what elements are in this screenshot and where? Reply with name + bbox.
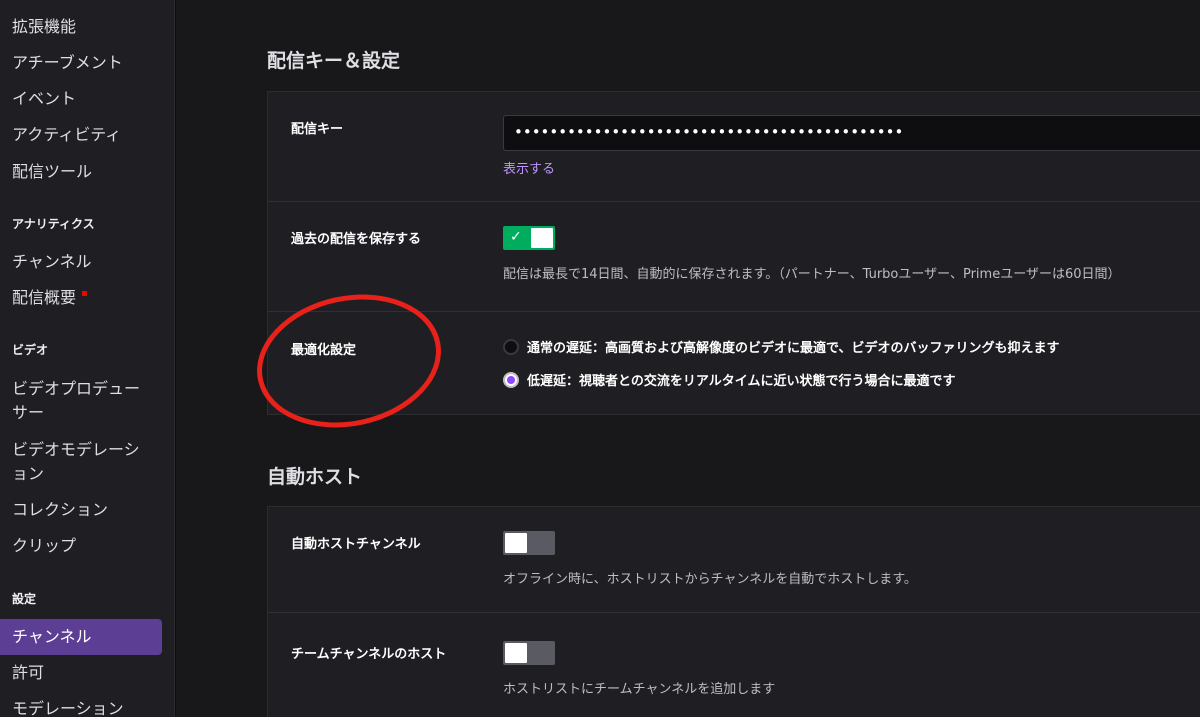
sidebar-item-moderation[interactable]: モデレーション [0,697,170,717]
auto-host-hint: オフライン時に、ホストリストからチャンネルを自動でホストします。 [503,572,917,587]
sidebar-item-stream-summary[interactable]: 配信概要 [0,286,170,310]
optimization-label: 最適化設定 [291,343,357,358]
auto-host-row: 自動ホストチャンネル オフライン時に、ホストリストからチャンネルを自動でホストし… [268,507,1200,613]
sidebar-item-label: ビデオモデレーシ [12,440,140,459]
toggle-knob [505,533,527,553]
sidebar-item-extensions[interactable]: 拡張機能 [0,15,170,39]
radio-normal-latency[interactable] [503,338,519,355]
toggle-knob [531,228,553,248]
sidebar-heading-settings: 設定 [12,592,37,606]
sidebar-item-permissions[interactable]: 許可 [0,661,170,685]
toggle-knob [505,643,527,663]
sidebar: 拡張機能 アチーブメント イベント アクティビティ 配信ツール アナリティクス … [0,0,175,717]
sidebar-item-label: 配信概要 [12,288,77,307]
stream-key-label: 配信キー [291,122,344,137]
auto-host-label: 自動ホストチャンネル [291,537,421,552]
section-title-auto-host: 自動ホスト [267,466,363,488]
sidebar-heading-analytics: アナリティクス [12,217,95,231]
main-content: 配信キー＆設定 配信キー •••••••••••••••••••••••••••… [176,0,1200,717]
sidebar-heading-video: ビデオ [12,343,49,357]
auto-host-card: 自動ホストチャンネル オフライン時に、ホストリストからチャンネルを自動でホストし… [267,506,1200,717]
sidebar-item-clips[interactable]: クリップ [0,534,170,558]
sidebar-item-label: ョン [12,464,45,483]
sidebar-item-label: サー [12,403,45,422]
latency-option-low-label: 低遅延：視聴者との交流をリアルタイムに近い状態で行う場合に最適です [527,374,956,389]
notification-dot [82,291,88,296]
show-stream-key-link[interactable]: 表示する [503,158,555,177]
latency-option-normal-label: 通常の遅延：高画質および高解像度のビデオに最適で、ビデオのバッファリングも抑えま… [527,341,1060,356]
sidebar-item-stream-tools[interactable]: 配信ツール [0,160,170,184]
team-host-toggle[interactable] [503,641,555,665]
sidebar-item-settings-channel[interactable]: チャンネル [0,619,162,655]
store-past-broadcasts-toggle[interactable]: ✓ [503,226,555,250]
radio-low-latency[interactable] [503,371,519,388]
sidebar-item-analytics-channel[interactable]: チャンネル [0,250,170,274]
optimization-row: 最適化設定 通常の遅延：高画質および高解像度のビデオに最適で、ビデオのバッファリ… [268,312,1200,416]
team-host-hint: ホストリストにチームチャンネルを追加します [503,682,776,697]
auto-host-toggle[interactable] [503,531,555,555]
store-past-broadcasts-hint: 配信は最長で14日間、自動的に保存されます。（パートナー、Turboユーザー、P… [503,267,1121,282]
sidebar-item-achievements[interactable]: アチーブメント [0,51,170,75]
section-title-stream-key: 配信キー＆設定 [267,50,401,72]
stream-settings-card: 配信キー •••••••••••••••••••••••••••••••••••… [267,91,1200,415]
latency-option-normal[interactable]: 通常の遅延：高画質および高解像度のビデオに最適で、ビデオのバッファリングも抑えま… [503,337,1059,356]
team-host-row: チームチャンネルのホスト ホストリストにチームチャンネルを追加します [268,613,1200,717]
store-past-broadcasts-label: 過去の配信を保存する [291,232,422,247]
team-host-label: チームチャンネルのホスト [291,647,447,662]
stream-key-row: 配信キー •••••••••••••••••••••••••••••••••••… [268,92,1200,202]
sidebar-item-activity[interactable]: アクティビティ [0,123,170,147]
sidebar-item-label: ビデオプロデュー [12,379,141,398]
stream-key-input[interactable]: ••••••••••••••••••••••••••••••••••••••••… [503,115,1200,151]
sidebar-item-collections[interactable]: コレクション [0,498,170,522]
latency-option-low[interactable]: 低遅延：視聴者との交流をリアルタイムに近い状態で行う場合に最適です [503,370,955,389]
store-past-broadcasts-row: 過去の配信を保存する ✓ 配信は最長で14日間、自動的に保存されます。（パートナ… [268,202,1200,312]
check-icon: ✓ [510,229,522,245]
sidebar-item-events[interactable]: イベント [0,87,170,111]
